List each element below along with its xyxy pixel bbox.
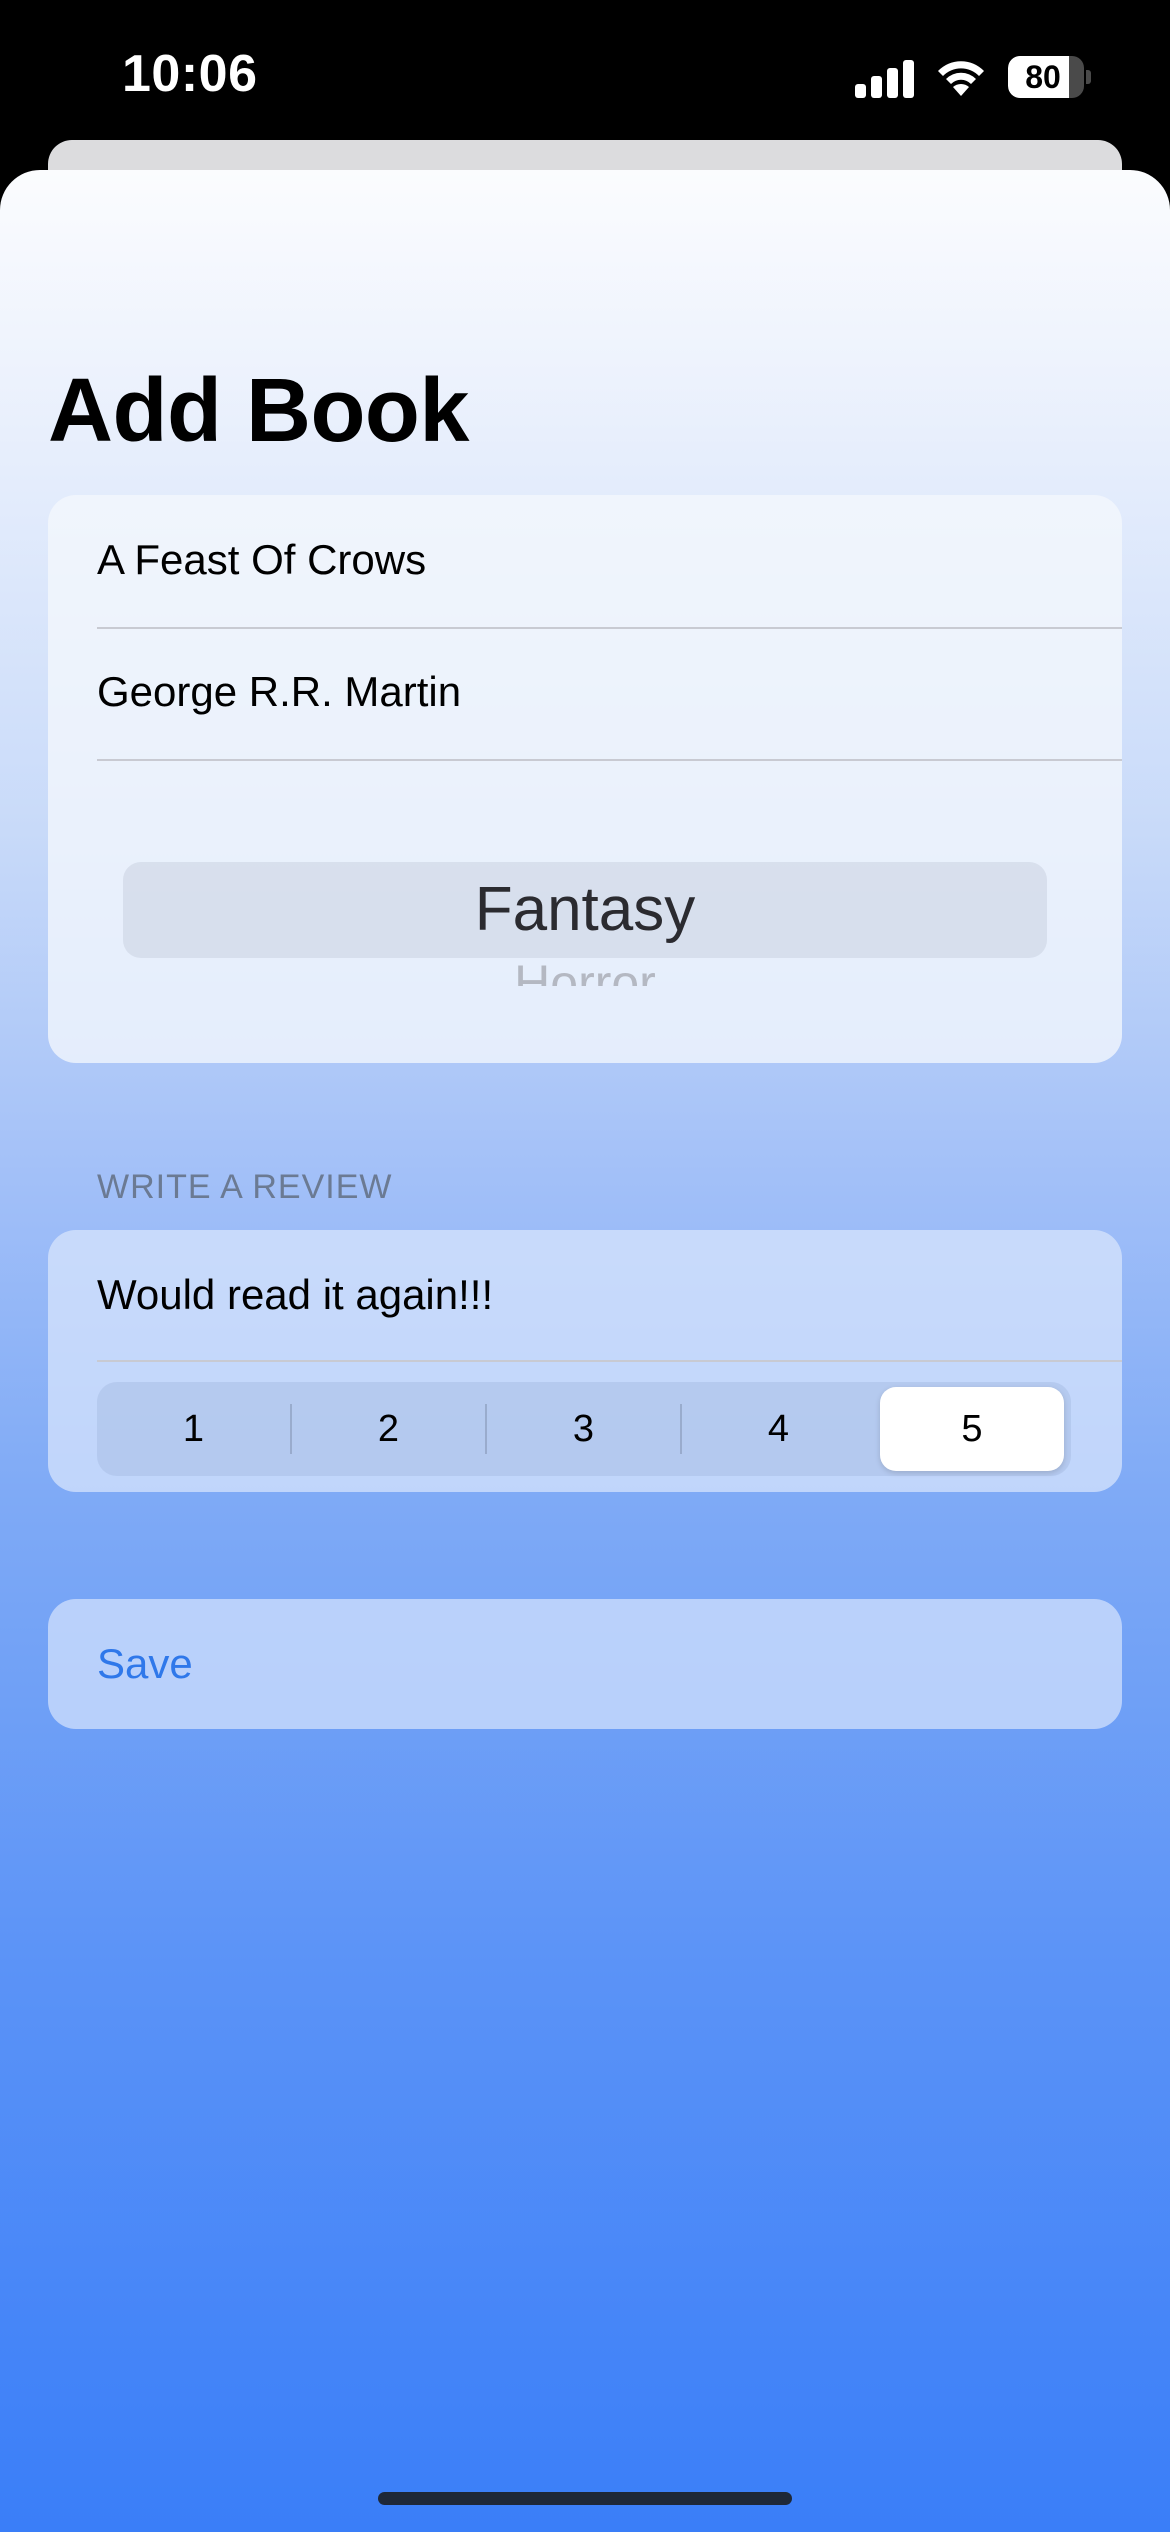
book-title-row	[48, 495, 1122, 627]
rating-segment-3[interactable]: 3	[487, 1382, 680, 1476]
status-time: 10:06	[122, 45, 258, 103]
book-details-card: Fantasy Horror	[48, 495, 1122, 1063]
rating-segment-4[interactable]: 4	[682, 1382, 875, 1476]
battery-tip	[1086, 70, 1091, 84]
rating-segment-2[interactable]: 2	[292, 1382, 485, 1476]
divider	[97, 1360, 1122, 1362]
signal-bar	[887, 68, 898, 98]
cellular-signal-icon	[855, 58, 915, 98]
battery-body: 80	[1008, 56, 1084, 98]
picker-next-clip: Horror	[48, 958, 1122, 986]
genre-picker[interactable]: Fantasy Horror	[48, 759, 1122, 1063]
signal-bar	[855, 84, 866, 98]
page-title: Add Book	[48, 361, 469, 461]
home-indicator	[378, 2492, 792, 2505]
genre-picker-selected[interactable]: Fantasy	[123, 862, 1047, 958]
save-card: Save	[48, 1599, 1122, 1729]
battery-icon: 80	[1008, 56, 1091, 98]
rating-segmented-control[interactable]: 1 2 3 4 5	[97, 1382, 1071, 1476]
book-title-field[interactable]	[97, 495, 1077, 625]
genre-picker-next-option[interactable]: Horror	[48, 958, 1122, 986]
signal-bar	[903, 60, 914, 98]
author-row	[48, 627, 1122, 759]
signal-bar	[871, 76, 882, 98]
review-section-header: WRITE A REVIEW	[97, 1168, 393, 1206]
rating-segment-1[interactable]: 1	[97, 1382, 290, 1476]
author-field[interactable]	[97, 627, 1077, 757]
review-field[interactable]	[97, 1230, 1077, 1360]
add-book-sheet: Add Book Fantasy Horror WRITE A REVIEW 1…	[0, 170, 1170, 2532]
rating-segment-5[interactable]: 5	[880, 1387, 1064, 1471]
review-card: 1 2 3 4 5	[48, 1230, 1122, 1492]
status-bar: 10:06 80	[0, 0, 1170, 150]
wifi-icon	[935, 56, 987, 98]
save-button[interactable]: Save	[97, 1599, 193, 1729]
battery-percent: 80	[1025, 59, 1061, 95]
